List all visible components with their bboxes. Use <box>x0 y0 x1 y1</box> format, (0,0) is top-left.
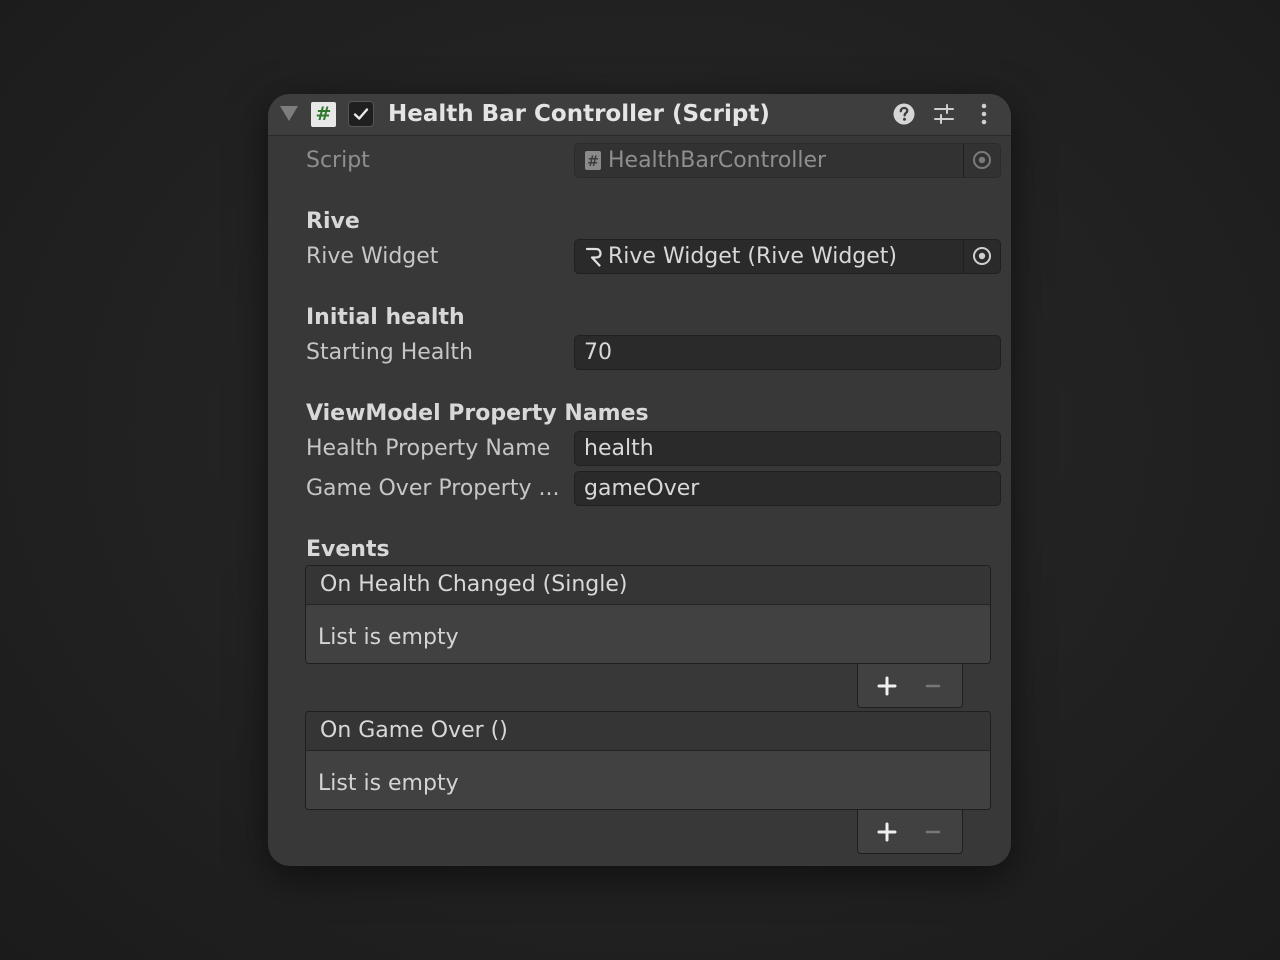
game-over-property-name-value: gameOver <box>584 476 700 501</box>
event-name: On Game Over () <box>320 718 508 743</box>
checkmark-icon <box>353 108 369 120</box>
event-list-footer <box>857 810 963 854</box>
presets-icon[interactable] <box>932 102 956 126</box>
health-property-name-input[interactable]: health <box>574 431 1001 466</box>
script-label: Script <box>306 148 370 173</box>
component-enabled-checkbox[interactable] <box>348 101 374 127</box>
event-empty-text: List is empty <box>318 771 459 796</box>
game-over-property-name-label: Game Over Property ... <box>306 476 560 501</box>
starting-health-input[interactable]: 70 <box>574 335 1001 370</box>
event-empty-text: List is empty <box>318 625 459 650</box>
rive-widget-field[interactable]: Rive Widget (Rive Widget) <box>574 239 1001 274</box>
section-title-events: Events <box>306 537 390 562</box>
event-header: On Health Changed (Single) <box>306 566 990 605</box>
remove-listener-button[interactable] <box>922 821 944 843</box>
script-object-picker <box>963 144 1000 177</box>
game-over-property-name-input[interactable]: gameOver <box>574 471 1001 506</box>
rive-widget-value: Rive Widget (Rive Widget) <box>608 244 897 269</box>
svg-text:#: # <box>587 154 599 170</box>
event-list-footer <box>857 664 963 708</box>
component-header[interactable]: # Health Bar Controller (Script) <box>268 94 1011 136</box>
health-property-name-value: health <box>584 436 654 461</box>
event-name: On Health Changed (Single) <box>320 572 628 597</box>
component-title: Health Bar Controller (Script) <box>388 101 770 127</box>
section-title-rive: Rive <box>306 209 360 234</box>
section-title-viewmodel-property-names: ViewModel Property Names <box>306 401 649 426</box>
event-on-game-over: On Game Over () List is empty <box>305 711 991 810</box>
starting-health-label: Starting Health <box>306 340 473 365</box>
object-picker-icon <box>973 151 991 169</box>
add-listener-button[interactable] <box>876 821 898 843</box>
remove-listener-button[interactable] <box>922 675 944 697</box>
rive-logo-icon <box>585 247 602 267</box>
starting-health-value: 70 <box>584 340 612 365</box>
event-header: On Game Over () <box>306 712 990 751</box>
add-listener-button[interactable] <box>876 675 898 697</box>
script-value: HealthBarController <box>608 148 827 173</box>
rive-widget-object-picker[interactable] <box>963 240 1000 273</box>
help-icon[interactable] <box>892 102 916 126</box>
csharp-script-small-icon: # <box>585 151 601 170</box>
inspector-component-panel: # Health Bar Controller (Script) Script … <box>268 94 1011 866</box>
rive-widget-label: Rive Widget <box>306 244 439 269</box>
object-picker-icon <box>973 247 991 265</box>
script-field: # HealthBarController <box>574 143 1001 178</box>
foldout-arrow-icon[interactable] <box>280 106 298 121</box>
kebab-menu-icon[interactable] <box>972 102 996 126</box>
health-property-name-label: Health Property Name <box>306 436 551 461</box>
event-on-health-changed: On Health Changed (Single) List is empty <box>305 565 991 664</box>
section-title-initial-health: Initial health <box>306 305 465 330</box>
csharp-script-icon: # <box>311 102 336 127</box>
